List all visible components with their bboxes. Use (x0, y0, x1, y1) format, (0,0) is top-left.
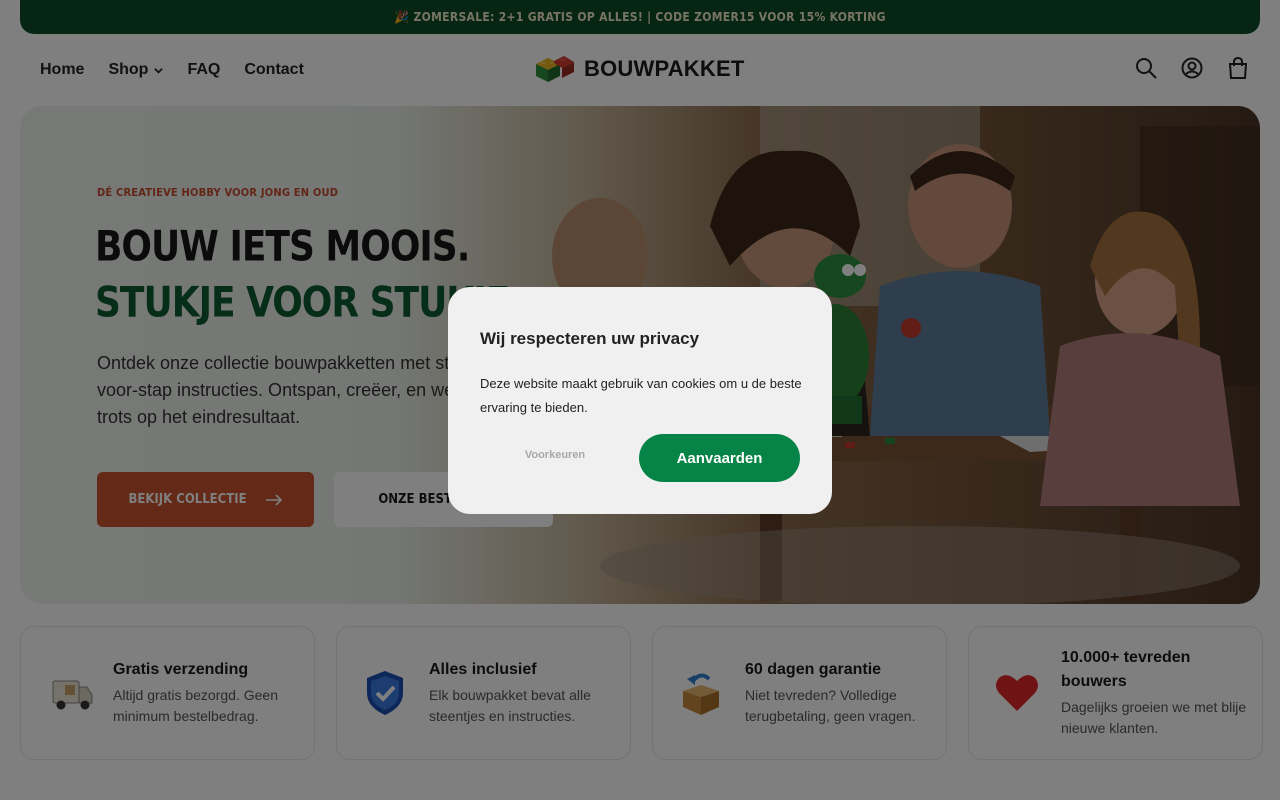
cookie-modal-text: Deze website maakt gebruik van cookies o… (480, 376, 802, 415)
preferences-button[interactable]: Voorkeuren (508, 449, 602, 465)
cookie-modal-title: Wij respecteren uw privacy (480, 329, 700, 348)
accept-cookies-button[interactable]: Aanvaarden (639, 434, 800, 482)
cookie-consent-modal: Wij respecteren uw privacy Deze website … (448, 287, 832, 514)
